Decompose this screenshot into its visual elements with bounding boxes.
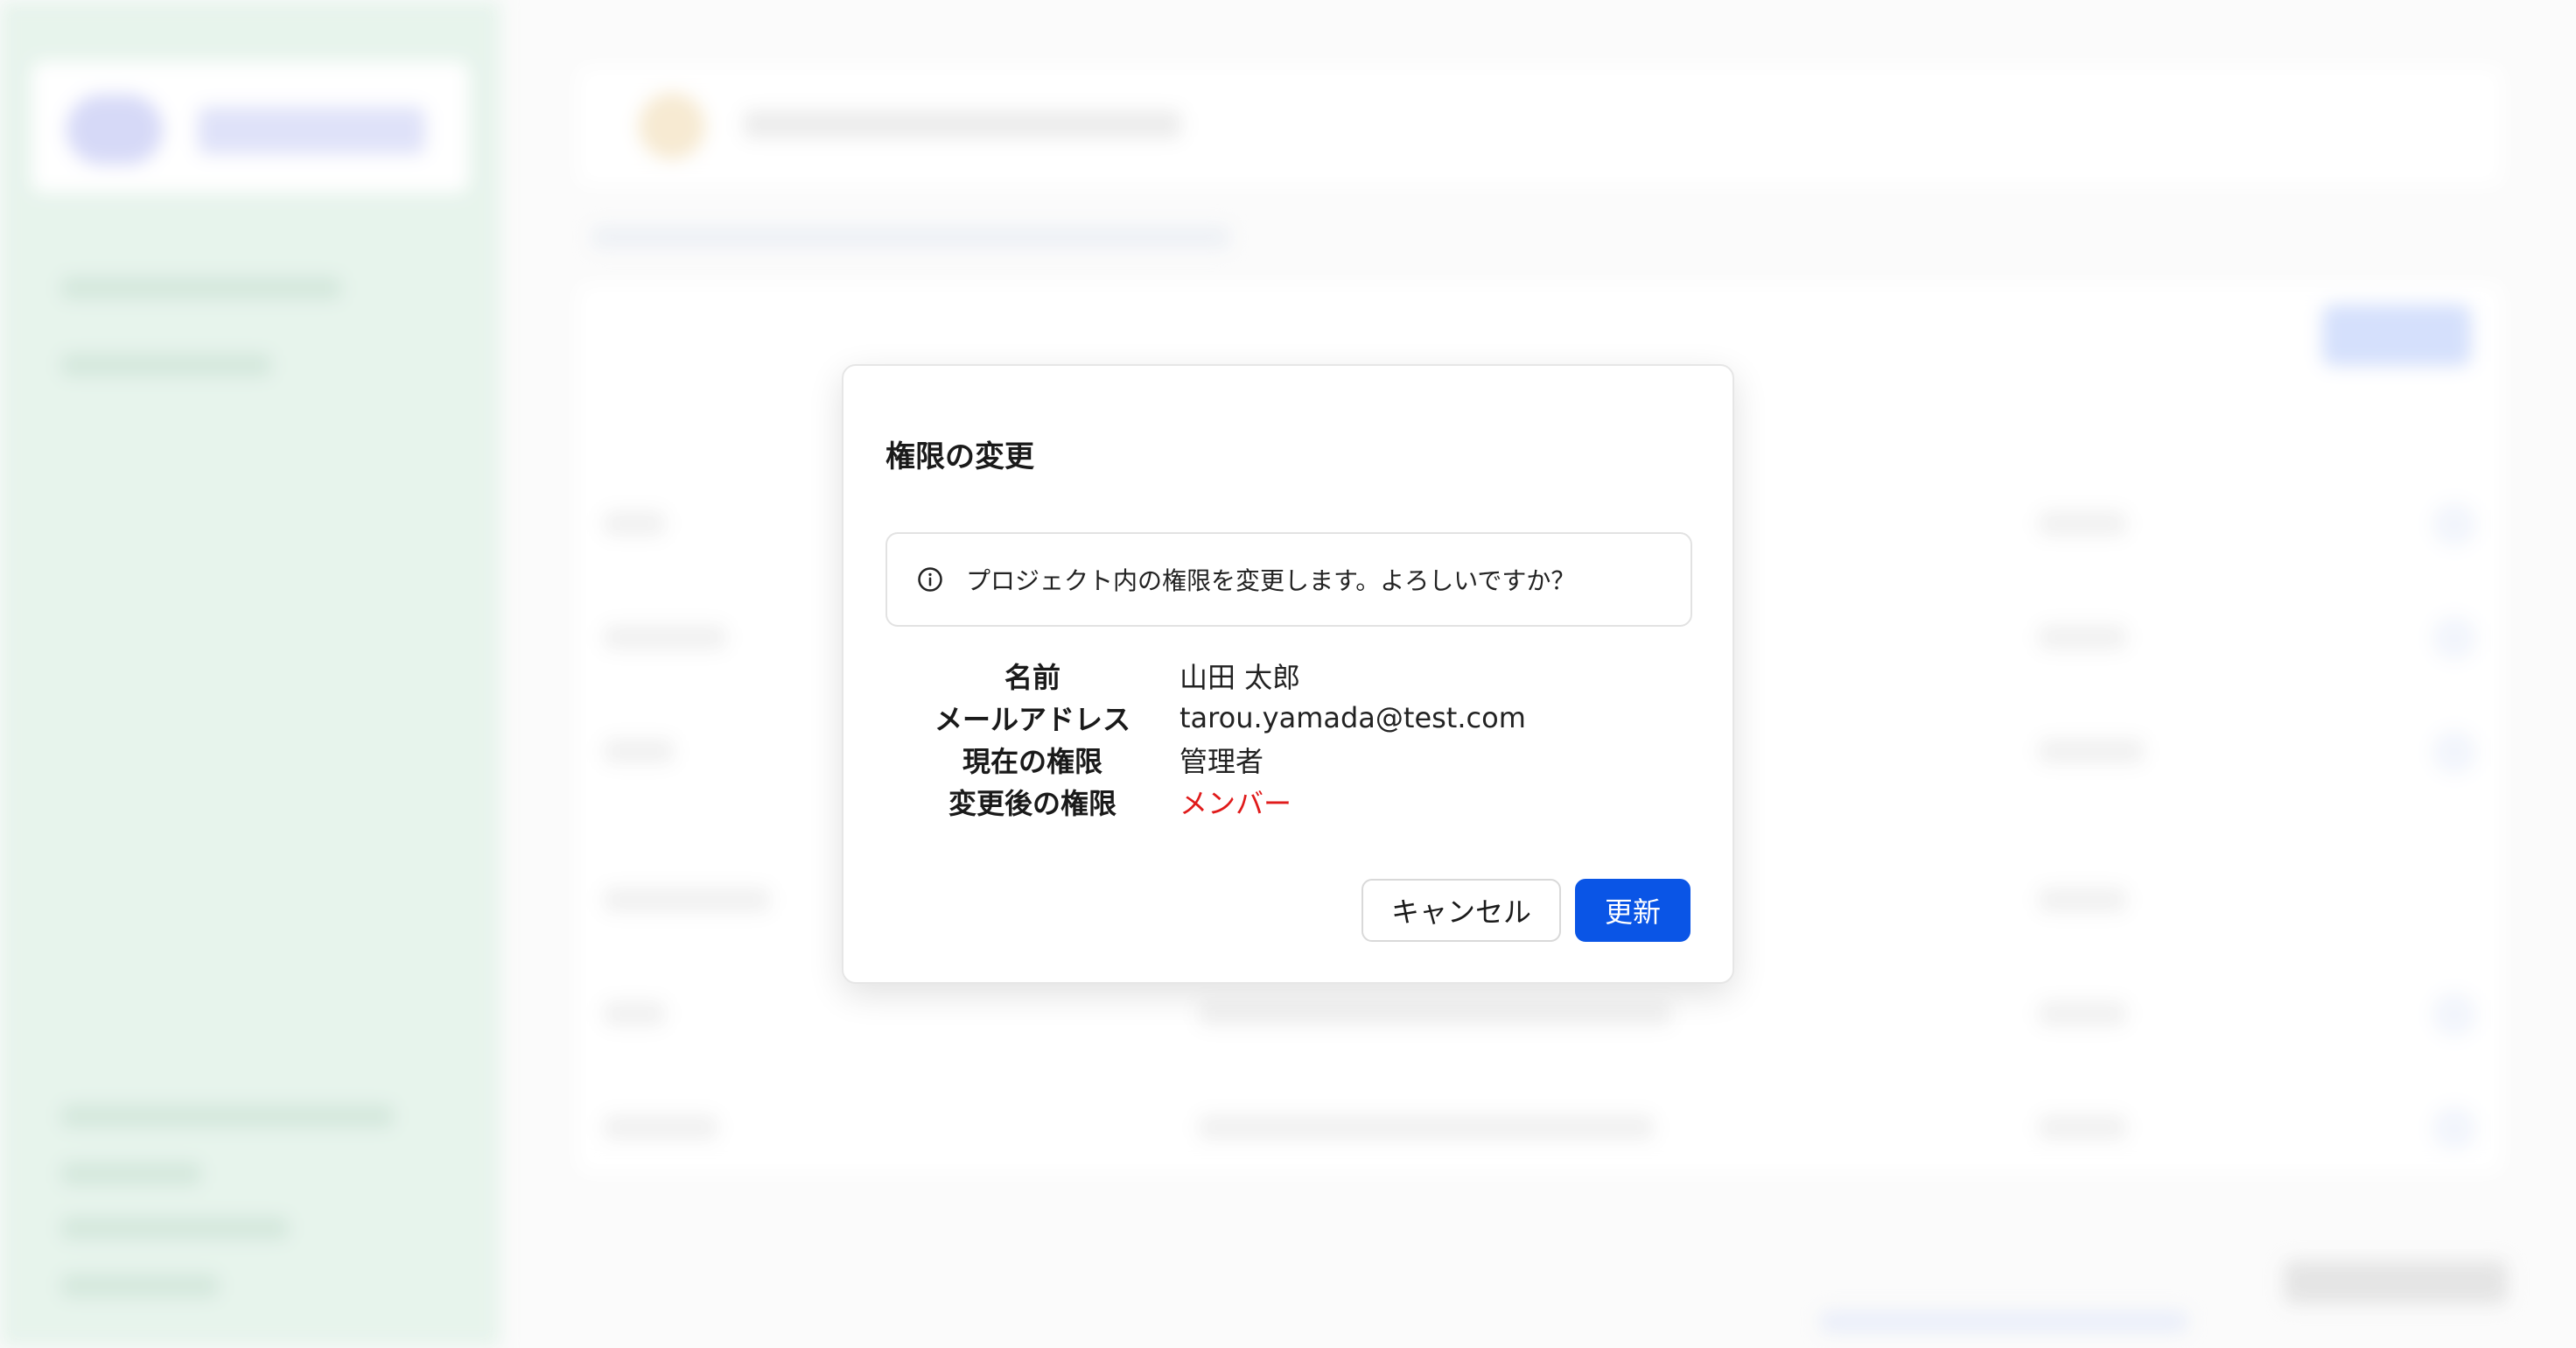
dialog-actions: キャンセル 更新 [1362, 879, 1690, 942]
detail-row-new-role: 変更後の権限 メンバー [886, 781, 1692, 823]
change-permission-dialog: 権限の変更 プロジェクト内の権限を変更します。よろしいですか？ 名前 山田 太郎… [842, 364, 1734, 984]
detail-label: 名前 [1004, 661, 1060, 694]
detail-row-email: メールアドレス tarou.yamada@test.com [886, 697, 1692, 739]
detail-value: 管理者 [1180, 745, 1264, 778]
detail-label: 変更後の権限 [948, 787, 1116, 820]
dialog-title: 権限の変更 [886, 439, 1034, 474]
info-icon [918, 567, 942, 592]
notice-text: プロジェクト内の権限を変更します。よろしいですか？ [966, 566, 1576, 595]
user-details: 名前 山田 太郎 メールアドレス tarou.yamada@test.com 現… [886, 655, 1692, 823]
confirm-notice: プロジェクト内の権限を変更します。よろしいですか？ [886, 532, 1692, 627]
detail-label: メールアドレス [934, 703, 1130, 736]
new-role-value: メンバー [1180, 787, 1292, 820]
update-button[interactable]: 更新 [1575, 879, 1690, 942]
detail-label: 現在の権限 [962, 745, 1102, 778]
detail-value: tarou.yamada@test.com [1180, 701, 1526, 734]
detail-value: 山田 太郎 [1180, 661, 1301, 694]
detail-row-name: 名前 山田 太郎 [886, 655, 1692, 697]
detail-row-current-role: 現在の権限 管理者 [886, 739, 1692, 781]
cancel-button[interactable]: キャンセル [1362, 879, 1561, 942]
